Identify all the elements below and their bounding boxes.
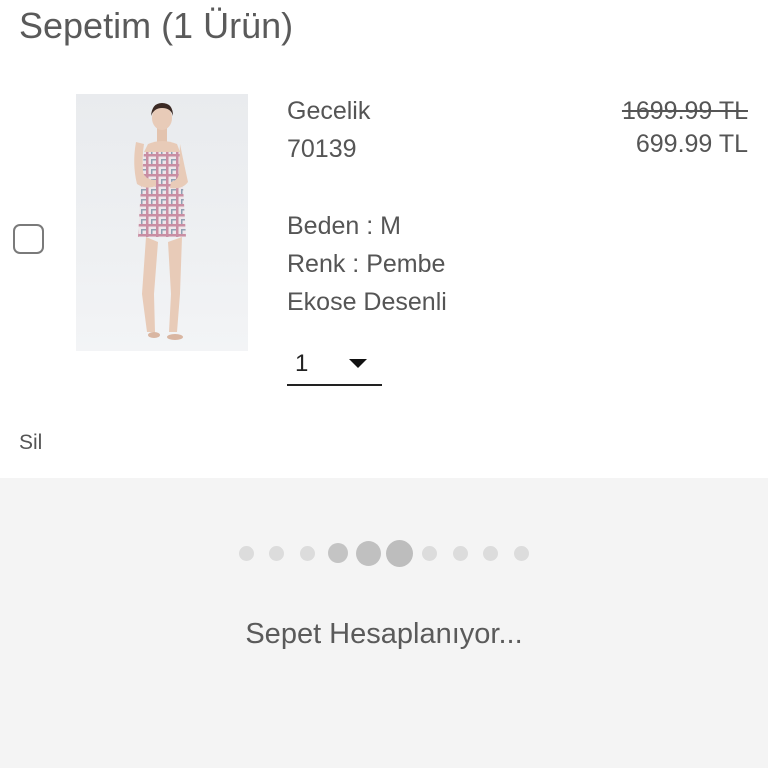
loading-dot: [483, 546, 498, 561]
loading-dot: [422, 546, 437, 561]
product-photo-icon: [134, 103, 188, 340]
loading-dot: [356, 541, 381, 566]
product-image[interactable]: [76, 94, 248, 351]
loading-dot: [239, 546, 254, 561]
quantity-select[interactable]: 1: [287, 346, 382, 386]
loading-panel: Sepet Hesaplanıyor...: [0, 478, 768, 768]
product-code: 70139: [287, 135, 357, 163]
loading-spinner: [0, 538, 768, 568]
product-color: Renk : Pembe: [287, 250, 446, 278]
original-price: 1699.99 TL: [621, 97, 748, 125]
loading-dot: [328, 543, 348, 563]
loading-dot: [514, 546, 529, 561]
product-name[interactable]: Gecelik: [287, 97, 370, 126]
page-title: Sepetim (1 Ürün): [19, 5, 294, 46]
loading-dot: [300, 546, 315, 561]
loading-message: Sepet Hesaplanıyor...: [245, 618, 523, 650]
loading-dot: [269, 546, 284, 561]
loading-dot: [453, 546, 468, 561]
quantity-value: 1: [295, 350, 309, 377]
product-pattern: Ekose Desenli: [287, 288, 447, 316]
item-select-checkbox[interactable]: [13, 224, 44, 254]
dropdown-arrow-icon: [349, 359, 367, 368]
loading-dot: [386, 540, 413, 567]
product-size: Beden : M: [287, 212, 401, 240]
discounted-price: 699.99 TL: [635, 130, 748, 158]
remove-item-button[interactable]: Sil: [19, 431, 42, 455]
